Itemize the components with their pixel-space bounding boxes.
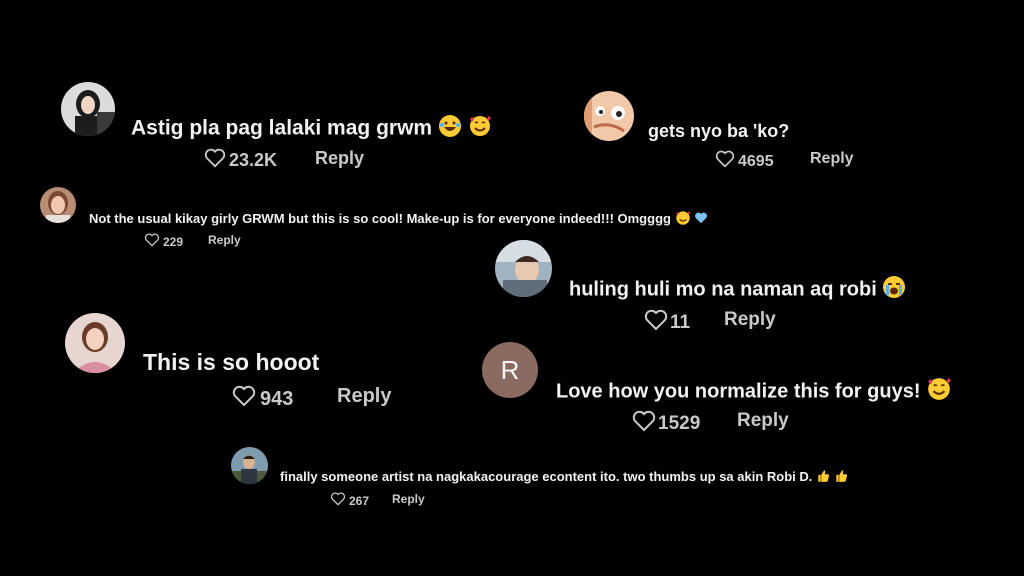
heart-icon bbox=[632, 410, 656, 438]
letter-avatar[interactable]: R bbox=[482, 342, 538, 398]
like-count[interactable]: 4695 bbox=[715, 150, 774, 173]
comment-text: This is so hooot bbox=[143, 349, 320, 375]
thumbs-up-emoji bbox=[816, 469, 830, 486]
heart-icon bbox=[231, 385, 257, 413]
smiling-hearts-emoji bbox=[468, 114, 492, 144]
like-count[interactable]: 943 bbox=[231, 385, 293, 413]
avatar-letter: R bbox=[500, 354, 520, 385]
comment-text: finally someone artist na nagkakacourage… bbox=[280, 469, 848, 486]
heart-icon bbox=[204, 148, 226, 173]
reply-button[interactable]: Reply bbox=[392, 492, 425, 506]
heart-icon bbox=[644, 309, 668, 337]
reply-button[interactable]: Reply bbox=[724, 309, 776, 331]
woman-portrait-avatar[interactable] bbox=[40, 187, 76, 223]
reply-button[interactable]: Reply bbox=[810, 150, 854, 168]
like-count[interactable]: 23.2K bbox=[204, 148, 277, 173]
comment-text: Astig pla pag lalaki mag grwm bbox=[131, 114, 492, 144]
comment-text: Not the usual kikay girly GRWM but this … bbox=[89, 210, 708, 229]
reply-button[interactable]: Reply bbox=[337, 385, 391, 408]
cartoon-face-avatar[interactable] bbox=[584, 91, 634, 141]
reply-button[interactable]: Reply bbox=[737, 410, 789, 432]
comment-text: Love how you normalize this for guys! bbox=[556, 376, 952, 408]
woman-dark-hair-avatar[interactable] bbox=[61, 82, 115, 136]
like-count[interactable]: 1529 bbox=[632, 410, 700, 438]
comment-text: gets nyo ba 'ko? bbox=[648, 121, 790, 141]
man-outdoor-avatar[interactable] bbox=[231, 447, 268, 484]
reply-button[interactable]: Reply bbox=[315, 148, 364, 169]
heart-icon bbox=[715, 150, 735, 173]
woman-pink-avatar[interactable] bbox=[65, 313, 125, 373]
smiling-hearts-emoji bbox=[926, 376, 952, 408]
like-count[interactable]: 229 bbox=[144, 233, 183, 250]
person-selfie-avatar[interactable] bbox=[495, 240, 552, 297]
heart-icon bbox=[330, 492, 346, 509]
blue-heart-emoji bbox=[694, 211, 708, 228]
laughing-emoji bbox=[438, 114, 462, 144]
thumbs-up-emoji bbox=[834, 469, 848, 486]
comment-text: huling huli mo na naman aq robi bbox=[569, 275, 906, 305]
reply-button[interactable]: Reply bbox=[208, 233, 241, 247]
heart-icon bbox=[144, 233, 160, 250]
crying-emoji bbox=[882, 275, 906, 305]
smiling-hearts-emoji bbox=[675, 210, 691, 229]
comments-canvas: Astig pla pag lalaki mag grwm 23.2K Repl… bbox=[0, 0, 1024, 576]
like-count[interactable]: 11 bbox=[644, 309, 690, 337]
like-count[interactable]: 267 bbox=[330, 492, 369, 509]
